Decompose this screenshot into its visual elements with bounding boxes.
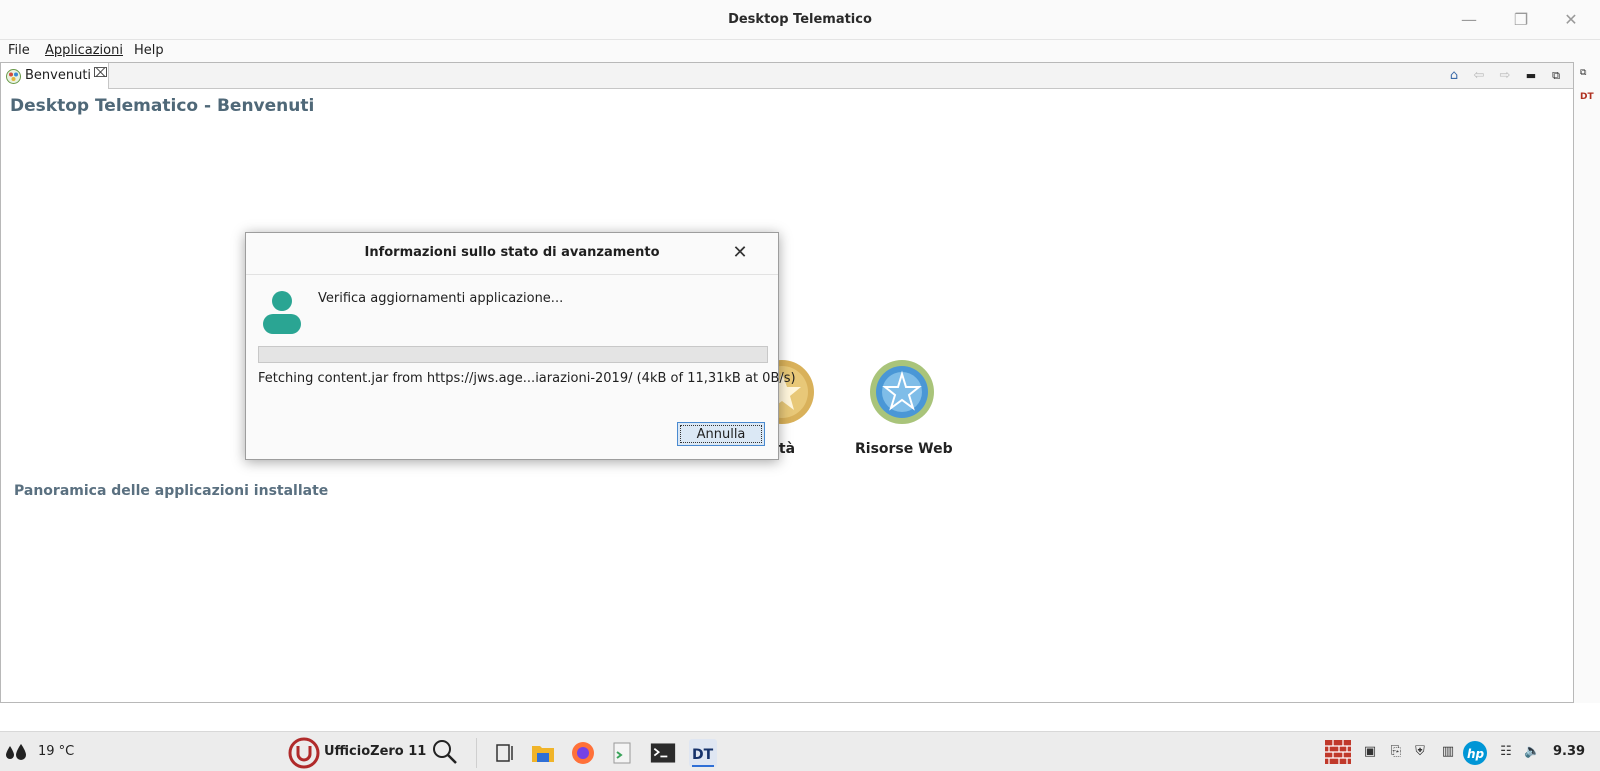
back-arrow-icon[interactable]: ⇦: [1470, 67, 1488, 85]
weather-rain-icon: [6, 744, 26, 760]
tab-label: Benvenuti: [25, 68, 92, 83]
start-label[interactable]: UfficioZero 11: [324, 744, 426, 759]
clipboard-icon[interactable]: ⎘: [1388, 744, 1404, 760]
weather-temp[interactable]: 19 °C: [38, 744, 74, 759]
menu-file[interactable]: File: [8, 43, 30, 58]
view-maximize-icon[interactable]: ⧉: [1547, 67, 1565, 85]
file-manager-icon[interactable]: [530, 740, 556, 766]
menu-applicazioni[interactable]: Applicazioni: [45, 43, 123, 58]
dialog-detail: Fetching content.jar from https://jws.ag…: [258, 371, 796, 386]
user-avatar-icon: [263, 291, 301, 334]
desktop-telematico-taskbar-icon[interactable]: DT: [688, 738, 718, 768]
firefox-icon[interactable]: [570, 740, 596, 766]
forward-arrow-icon[interactable]: ⇨: [1496, 67, 1514, 85]
menubar: File Applicazioni Help: [0, 40, 1600, 62]
trash-icon[interactable]: ▥: [1440, 744, 1456, 760]
volume-icon[interactable]: 🔈: [1524, 744, 1540, 760]
taskbar: 19 °C UfficioZero 11 DT ▣ ⎘ ⛨ ▥ hp ☷ 🔈 9…: [0, 731, 1600, 771]
screenshot-icon[interactable]: ▣: [1362, 744, 1378, 760]
right-sidebar: ⧉ DT: [1574, 62, 1600, 703]
terminal-icon[interactable]: [650, 740, 676, 766]
menu-help[interactable]: Help: [134, 43, 164, 58]
dialog-header: Informazioni sullo stato di avanzamento …: [246, 233, 778, 275]
page-title: Desktop Telematico - Benvenuti: [10, 96, 315, 116]
view-minimize-icon[interactable]: ▬: [1522, 67, 1540, 85]
dialog-message: Verifica aggiornamenti applicazione...: [318, 291, 564, 306]
taskbar-separator: [476, 738, 477, 768]
ufficiozero-logo-icon[interactable]: [288, 737, 320, 769]
minimize-icon[interactable]: —: [1454, 8, 1484, 32]
search-icon[interactable]: [432, 739, 458, 765]
network-icon[interactable]: ☷: [1498, 744, 1514, 760]
workspaces-icon[interactable]: [492, 740, 518, 766]
progress-bar: [258, 346, 768, 363]
risorse-web-icon[interactable]: [869, 359, 935, 425]
section-title: Panoramica delle applicazioni installate: [14, 483, 329, 499]
text-editor-icon[interactable]: [609, 740, 635, 766]
restore-view-icon[interactable]: ⧉: [1580, 68, 1586, 78]
restore-icon[interactable]: ❐: [1506, 8, 1536, 32]
progress-dialog: Informazioni sullo stato di avanzamento …: [245, 232, 796, 460]
firewall-icon[interactable]: [1325, 740, 1351, 764]
window-titlebar: Desktop Telematico — ❐ ✕: [0, 0, 1600, 40]
window-title: Desktop Telematico: [728, 12, 872, 27]
dt-label[interactable]: DT: [1580, 92, 1594, 102]
home-icon[interactable]: ⌂: [1445, 67, 1463, 85]
app-label-risorse-web[interactable]: Risorse Web: [855, 441, 953, 457]
tab-close-icon[interactable]: ⌧: [93, 66, 108, 81]
cancel-button[interactable]: Annulla: [677, 422, 765, 446]
dialog-close-icon[interactable]: ✕: [729, 242, 751, 264]
clock[interactable]: 9.39: [1553, 744, 1585, 759]
hp-icon[interactable]: hp: [1462, 740, 1488, 766]
tab-benvenuti[interactable]: Benvenuti ⌧: [1, 63, 109, 89]
close-icon[interactable]: ✕: [1556, 8, 1586, 32]
editor-tabbar: Benvenuti ⌧ ⌂ ⇦ ⇨ ▬ ⧉: [1, 63, 1573, 89]
dialog-title: Informazioni sullo stato di avanzamento: [364, 245, 660, 260]
svg-text:hp: hp: [1467, 747, 1485, 761]
benvenuti-icon: [6, 69, 21, 84]
shield-icon[interactable]: ⛨: [1412, 744, 1428, 760]
svg-text:DT: DT: [692, 747, 714, 763]
